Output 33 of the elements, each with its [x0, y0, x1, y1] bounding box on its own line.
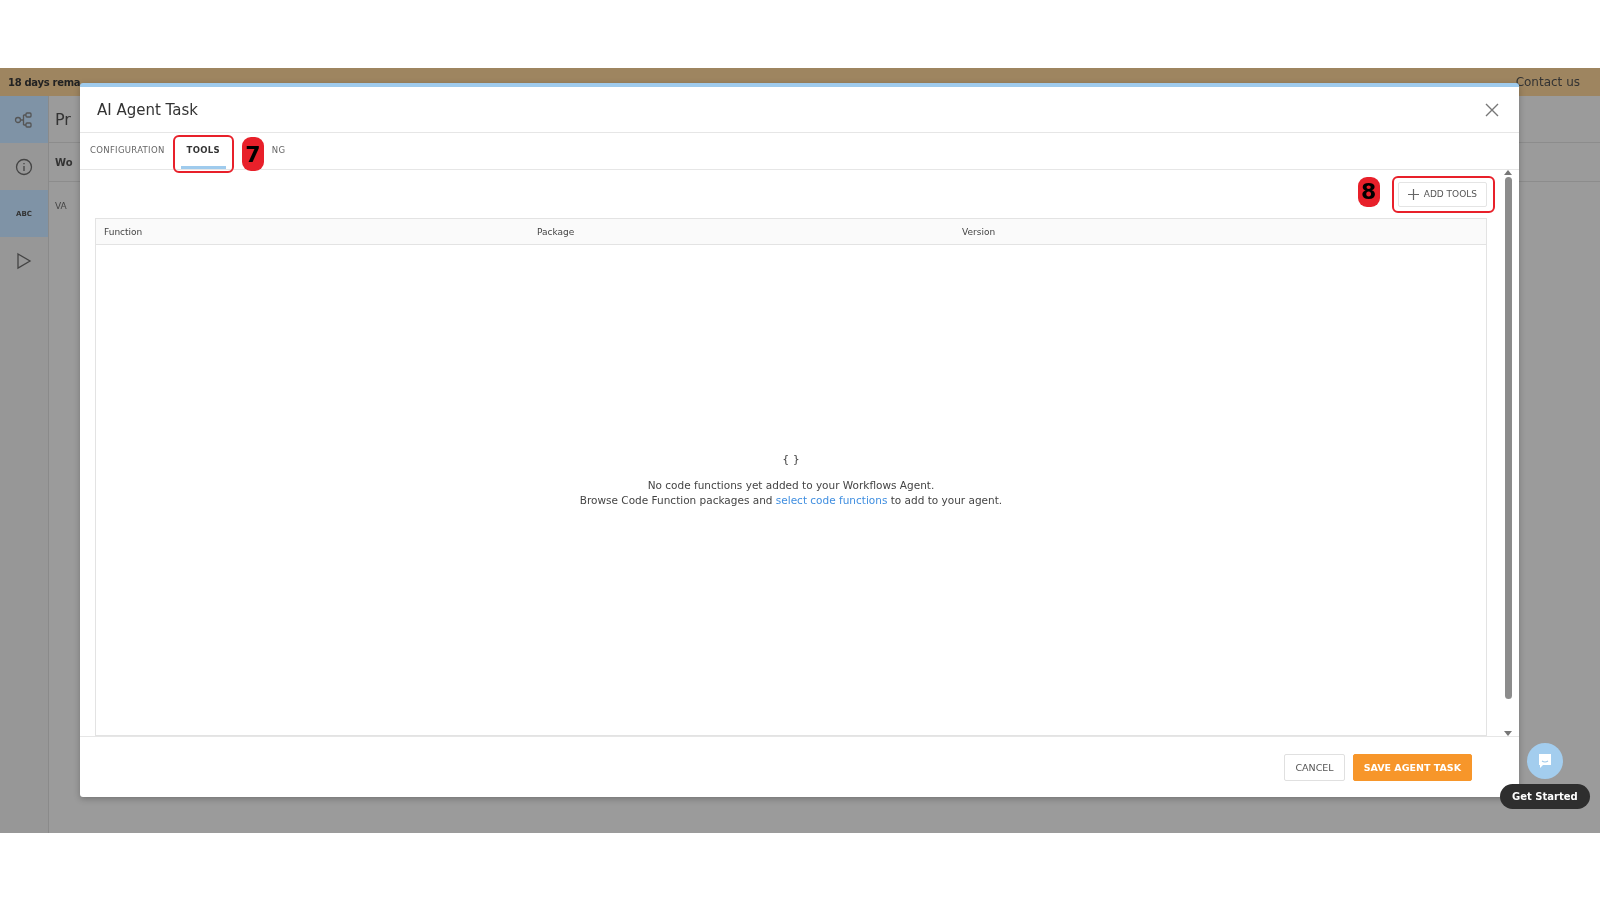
page-title: Pr [55, 109, 71, 129]
info-icon [15, 157, 33, 176]
dialog-title: AI Agent Task [97, 100, 198, 119]
highlight-ring [172, 135, 234, 173]
step-badge: 8 [1357, 176, 1380, 207]
flow-icon [14, 111, 34, 128]
column-header: Package [537, 226, 576, 237]
scroll-up-icon[interactable] [1504, 170, 1512, 175]
rail-item[interactable] [0, 96, 48, 143]
cancel-button[interactable]: CANCEL [1284, 753, 1345, 781]
step-badge: 7 [241, 137, 264, 171]
empty-state-text: No code functions yet added to your Workflows Agent. [647, 477, 935, 493]
tab[interactable]: CONFIGURATION [88, 133, 167, 169]
section-title: Wo [55, 156, 73, 168]
tab[interactable]: NG [269, 133, 288, 169]
column-header: Version [962, 226, 997, 237]
trial-days-text: 18 days rema [8, 76, 81, 88]
get-started-tooltip: Get Started [1500, 784, 1590, 809]
empty-state-icon: { } [782, 452, 800, 466]
add-tools-button[interactable]: ADD TOOLS [1397, 181, 1487, 207]
chat-button[interactable] [1527, 743, 1563, 779]
plus-icon [1407, 188, 1419, 200]
chat-icon [1537, 753, 1553, 769]
scroll-down-icon[interactable] [1504, 731, 1512, 736]
play-icon [16, 251, 32, 270]
close-icon[interactable] [1485, 102, 1499, 117]
scrollbar[interactable] [1503, 170, 1513, 736]
tab[interactable]: TOOLS [180, 133, 226, 169]
column-header: Function [104, 226, 144, 237]
empty-state-hint: Browse Code Function packages and select code functions to add to your agent. [579, 492, 1003, 508]
section-label: VA [55, 201, 67, 211]
contact-link[interactable]: Contact us [1515, 75, 1580, 89]
select-code-functions-link[interactable]: select code functions [775, 493, 888, 506]
